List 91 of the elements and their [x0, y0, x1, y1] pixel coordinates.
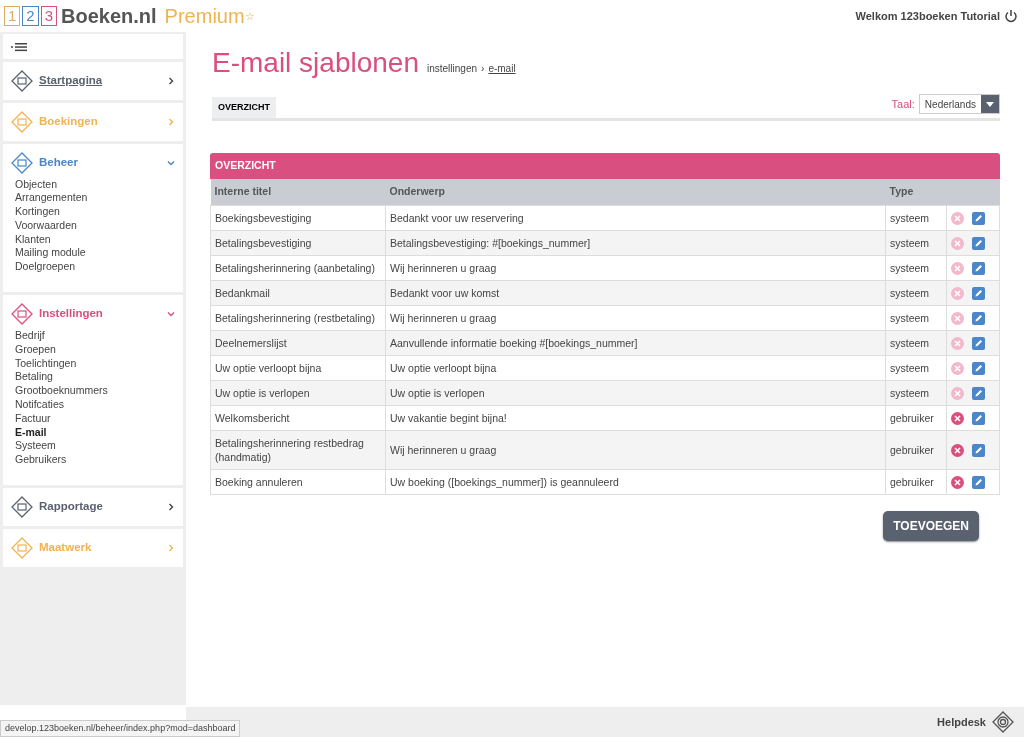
lifebuoy-icon[interactable] [992, 711, 1014, 733]
table-cell: Wij herinneren u graag [385, 305, 886, 330]
language-label: Taal: [891, 96, 915, 112]
table-cell: Uw optie is verlopen [385, 380, 886, 405]
welcome-text: Welkom 123boeken Tutorial [855, 8, 1000, 24]
breadcrumb-link[interactable]: e-mail [488, 63, 516, 74]
table-cell: Uw vakantie begint bijna! [385, 405, 886, 430]
logo-text: Boeken.nl [61, 4, 157, 29]
table-cell: Uw boeking ([boekings_nummer]) is geannuleerd [385, 469, 886, 494]
sidebar-item[interactable]: Mailing module [11, 246, 175, 261]
delete-icon[interactable] [951, 411, 964, 425]
table-cell: gebruiker [885, 469, 947, 494]
table-cell: Bedankt voor uw reservering [385, 205, 886, 230]
edit-icon[interactable] [972, 386, 985, 400]
section-link[interactable]: Instellingen [39, 305, 161, 323]
table-cell: Boeking annuleren [210, 469, 386, 494]
table-cell: Aanvullende informatie boeking #[boekings_nummer] [385, 330, 886, 355]
table-cell: gebruiker [885, 430, 947, 469]
sidebar-item[interactable]: Notifcaties [11, 398, 175, 412]
language-value: Nederlands [924, 97, 976, 112]
sidebar-item[interactable]: Klanten [11, 232, 175, 247]
column-header: Interne titel [210, 178, 386, 205]
logo-digit: 3 [40, 6, 58, 26]
edition-text: Premium [164, 4, 245, 29]
table-cell: Wij herinneren u graag [385, 430, 886, 469]
sidebar-item[interactable]: Gebruikers [11, 453, 175, 468]
table-cell: gebruiker [885, 405, 947, 430]
sidebar-item[interactable]: Voorwaarden [11, 218, 175, 233]
logo-digit: 1 [4, 6, 21, 26]
power-icon[interactable] [1004, 9, 1018, 23]
table-cell: Bedankt voor uw komst [385, 280, 886, 305]
table-cell: Uw optie is verlopen [210, 380, 386, 405]
table-cell: Uw optie verloopt bijna [210, 355, 386, 380]
edit-icon[interactable] [972, 311, 985, 325]
table-cell: Boekingsbevestiging [210, 205, 386, 230]
tab[interactable]: OVERZICHT [212, 96, 276, 118]
sidebar-item[interactable]: Systeem [11, 439, 175, 454]
table-cell: Betalingsbevestiging [210, 230, 386, 255]
edit-icon[interactable] [972, 236, 985, 250]
caret-icon [986, 101, 994, 107]
table-cell: systeem [885, 355, 947, 380]
table-cell: Deelnemerslijst [210, 330, 386, 355]
table-cell: Welkomsbericht [210, 405, 386, 430]
sidebar-item[interactable]: E-mail [11, 425, 175, 440]
helpdesk-link[interactable]: Helpdesk [937, 713, 986, 731]
sidebar-item[interactable]: Betaling [11, 370, 175, 385]
edit-icon[interactable] [972, 286, 985, 300]
edit-icon[interactable] [972, 261, 985, 275]
chevron-icon[interactable] [167, 310, 175, 319]
edit-icon[interactable] [972, 361, 985, 375]
edit-icon[interactable] [972, 411, 985, 425]
sidebar-item[interactable]: Groepen [11, 342, 175, 357]
breadcrumb-link[interactable]: instellingen [427, 63, 478, 74]
table-cell: Betalingsherinnering (aanbetaling) [210, 255, 386, 280]
table-cell: Uw optie verloopt bijna [385, 355, 886, 380]
chevron-icon[interactable] [167, 503, 175, 512]
sidebar-item[interactable]: Factuur [11, 411, 175, 426]
table-cell: Betalingsherinnering restbedrag (handmatig) [210, 430, 386, 469]
page-title: E-mail sjablonen [212, 46, 419, 80]
language-select[interactable]: Nederlands [918, 94, 1000, 114]
panel-header: OVERZICHT [210, 153, 1000, 179]
sidebar-item[interactable]: Bedrijf [11, 329, 175, 343]
sidebar-item[interactable]: Arrangementen [11, 191, 175, 206]
breadcrumb-separator: › [481, 63, 485, 74]
sidebar-item[interactable]: Toelichtingen [11, 356, 175, 371]
menu-collapse-icon[interactable] [11, 42, 27, 53]
sidebar-item[interactable]: Objecten [11, 177, 175, 192]
section-link[interactable]: Beheer [39, 153, 161, 172]
logo-digit: 2 [22, 6, 39, 26]
delete-icon[interactable] [951, 475, 964, 489]
chevron-icon[interactable] [167, 76, 175, 85]
sidebar-item[interactable]: Doelgroepen [11, 260, 175, 275]
table-cell: systeem [885, 255, 947, 280]
edit-icon[interactable] [972, 443, 985, 457]
table-cell: Betalingsherinnering (restbetaling) [210, 305, 386, 330]
edit-icon[interactable] [972, 211, 985, 225]
star-icon: ☆ [244, 7, 255, 25]
table-cell: Betalingsbevestiging: #[boekings_nummer] [385, 230, 886, 255]
table-cell: systeem [885, 305, 947, 330]
column-header: Onderwerp [385, 178, 886, 205]
status-url: develop.123boeken.nl/beheer/index.php?mod=dashboard [0, 719, 241, 737]
delete-icon[interactable] [951, 443, 964, 457]
sidebar-item[interactable]: Grootboeknummers [11, 384, 175, 399]
edit-icon[interactable] [972, 475, 985, 489]
table-cell: Wij herinneren u graag [385, 255, 886, 280]
add-button[interactable]: TOEVOEGEN [883, 510, 979, 541]
sidebar-item[interactable]: Kortingen [11, 205, 175, 219]
edit-icon[interactable] [972, 336, 985, 350]
table-cell: Bedankmail [210, 280, 386, 305]
table-cell: systeem [885, 205, 947, 230]
chevron-icon[interactable] [167, 158, 175, 167]
